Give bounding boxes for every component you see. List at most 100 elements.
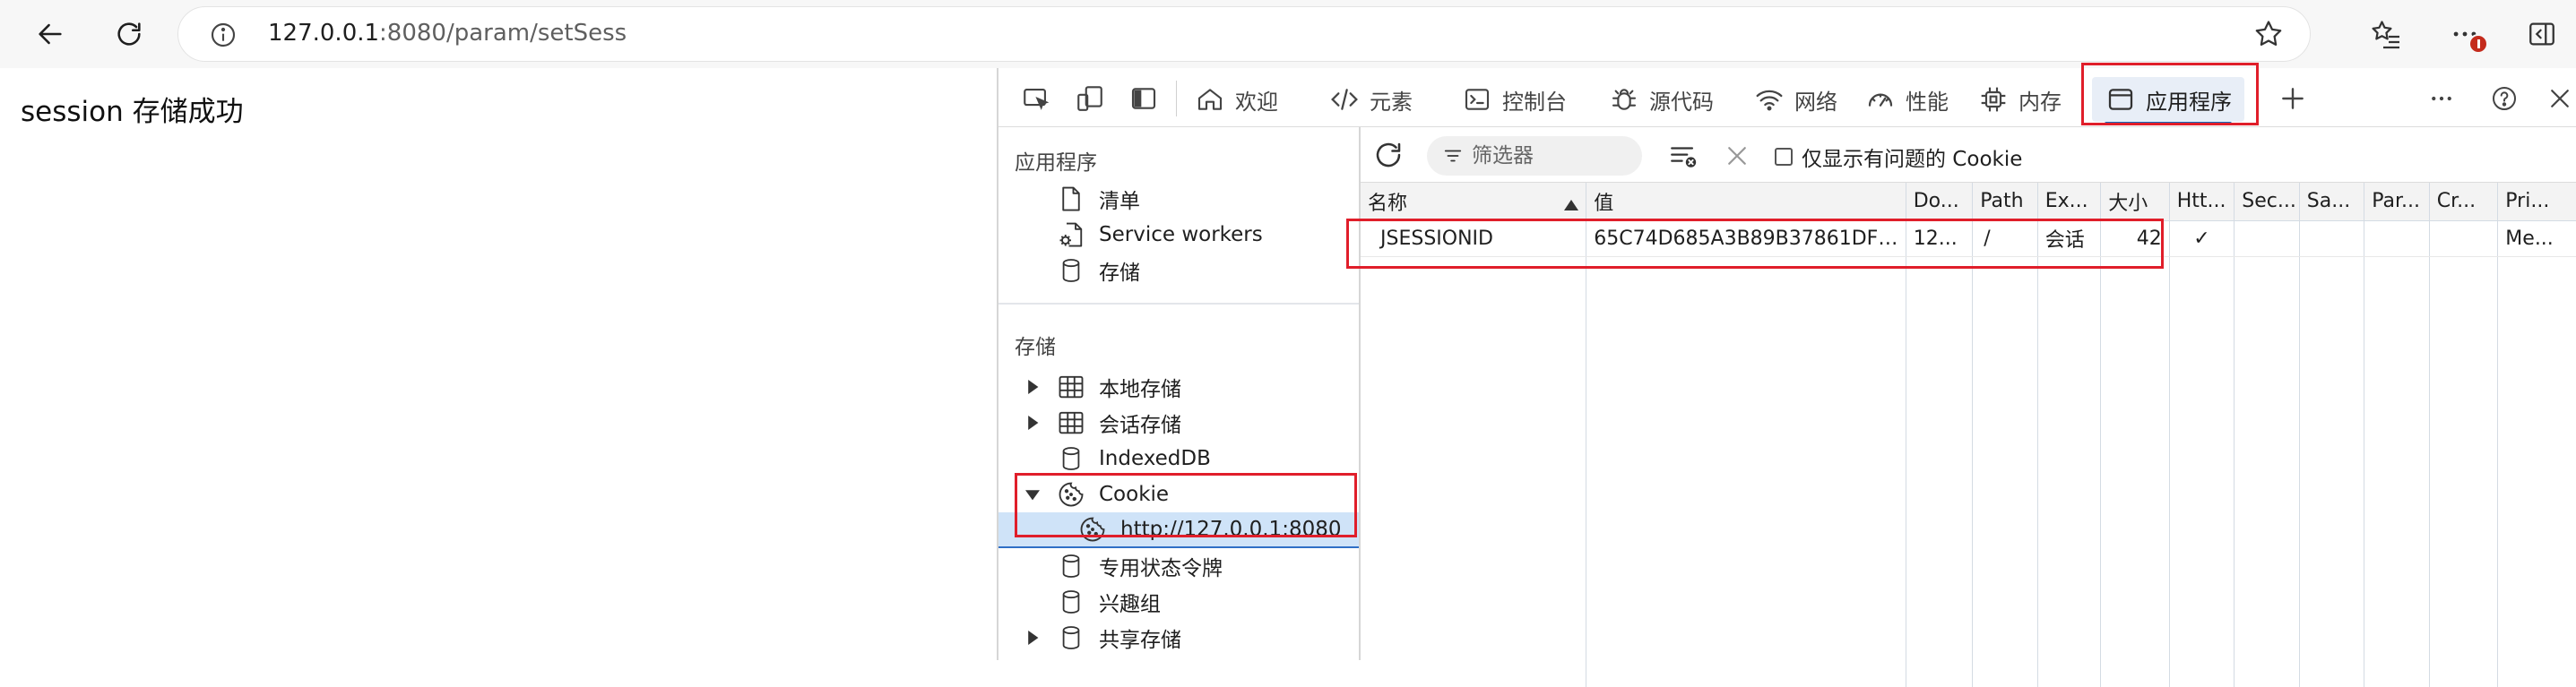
expand-arrow-icon[interactable] [1025,416,1040,430]
more-dots-icon [2432,96,2451,101]
sidebar-item-private-state-tokens[interactable]: 专用状态令牌 [998,548,1359,584]
add-tab-button[interactable] [2275,81,2311,116]
tab-sources[interactable]: 源代码 [1608,77,1714,122]
cookie-filter-field[interactable] [1427,136,1642,176]
devtools-panel: 欢迎 元素 控制台 源代码 网络 性能 内存 应用程序 应用程序 清单 Serv… [997,63,2576,687]
address-bar[interactable]: 127.0.0.1:8080/param/setSess [177,6,2311,62]
column-header-samesite[interactable]: Sa... [2299,183,2365,221]
cell-cross-site[interactable] [2429,220,2499,257]
sidebar-section-application: 应用程序 [1015,151,1097,175]
tab-memory[interactable]: 内存 [1977,77,2062,122]
column-header-cross-site[interactable]: Cr... [2429,183,2499,221]
inspect-element-button[interactable] [1018,81,1054,116]
collapse-arrow-icon[interactable] [1025,487,1040,502]
cell-httponly[interactable]: ✓ [2169,220,2235,257]
expand-arrow-icon[interactable] [1025,631,1040,645]
filter-icon [1441,144,1465,167]
back-arrow-icon [39,23,62,45]
more-menu-button[interactable] [2442,11,2488,57]
column-header-priority[interactable]: Pri... [2497,183,2576,221]
sidebar-item-cookie[interactable]: Cookie [998,477,1359,512]
tab-network[interactable]: 网络 [1753,77,1837,122]
sidebar-item-label: 共享存储 [1099,629,1181,652]
close-devtools-button[interactable] [2542,81,2576,116]
sidebar-item-shared-storage[interactable]: 共享存储 [998,620,1359,656]
sidebar-item-interest-groups[interactable]: 兴趣组 [998,584,1359,620]
home-icon [1194,83,1226,116]
tab-performance[interactable]: 性能 [1864,77,1949,122]
dock-side-button[interactable] [1126,81,1162,116]
column-header-path[interactable]: Path [1972,183,2038,221]
help-button[interactable] [2486,81,2522,116]
tab-application[interactable]: 应用程序 [2092,77,2244,125]
sidebar-item-session-storage[interactable]: 会话存储 [998,405,1359,441]
device-emulation-button[interactable] [1072,81,1108,116]
sidebar-item-indexeddb[interactable]: IndexedDB [998,441,1359,477]
table-header-row: 名称 值 Do... Path Ex... 大小 Htt... Sec... S… [1361,183,2576,221]
tab-memory-label: 内存 [2018,89,2062,115]
issues-only-checkbox[interactable] [1775,148,1793,166]
refresh-cookies-button[interactable] [1370,136,1407,174]
column-header-value[interactable]: 值 [1586,183,1906,221]
clear-all-cookies-button[interactable] [1665,138,1701,174]
close-icon [2551,90,2569,107]
cell-samesite[interactable] [2299,220,2365,257]
column-header-name[interactable]: 名称 [1361,183,1587,221]
site-info-icon[interactable] [209,21,238,49]
cell-priority[interactable]: Me... [2497,220,2576,257]
sort-ascending-icon [1564,199,1579,210]
refresh-button[interactable] [106,11,152,57]
page-message: session 存储成功 [21,96,244,128]
cookie-icon [1056,479,1086,510]
issues-only-toggle[interactable]: 仅显示有问题的 Cookie [1775,142,2022,172]
column-header-domain[interactable]: Do... [1906,183,1974,221]
sidebar-item-cookie-host[interactable]: http://127.0.0.1:8080 [998,512,1359,548]
cell-domain[interactable]: 12... [1906,220,1974,257]
tab-elements-label: 元素 [1370,89,1413,115]
bug-icon [1608,83,1640,116]
tab-elements[interactable]: 元素 [1328,77,1413,122]
table-grid-icon [1056,408,1086,438]
column-header-partition-key[interactable]: Par... [2364,183,2430,221]
favorites-button[interactable] [2363,11,2409,57]
sidebar-item-storage[interactable]: 存储 [998,253,1359,288]
sidebar-section-storage: 存储 [1015,336,1056,359]
back-button[interactable] [27,11,73,57]
cell-size[interactable]: 42 [2100,220,2170,257]
sidebar-item-service-workers[interactable]: Service workers [998,217,1359,253]
tab-console[interactable]: 控制台 [1461,77,1567,122]
favorite-star-button[interactable] [2252,18,2285,50]
sidebar-icon [2529,22,2554,46]
devtools-more-button[interactable] [2424,81,2459,116]
database-icon [1056,255,1086,286]
cookie-toolbar: 仅显示有问题的 Cookie [1361,127,2576,183]
expand-arrow-icon[interactable] [1025,380,1040,394]
cell-secure[interactable] [2234,220,2300,257]
cell-partition-key[interactable] [2364,220,2430,257]
cookie-panel: 仅显示有问题的 Cookie 名称 值 Do... Path Ex... 大小 … [1346,127,2576,687]
column-header-httponly[interactable]: Htt... [2169,183,2235,221]
cell-expires[interactable]: 会话 [2037,220,2102,257]
tab-performance-label: 性能 [1906,89,1949,115]
url-text[interactable]: 127.0.0.1:8080/param/setSess [268,20,627,47]
sidebar-toggle-button[interactable] [2519,11,2565,57]
column-header-expires[interactable]: Ex... [2037,183,2102,221]
filter-input[interactable] [1472,144,1633,167]
refresh-icon [117,22,141,46]
sidebar-item-manifest[interactable]: 清单 [998,181,1359,217]
delete-selected-cookie-button[interactable] [1719,138,1755,174]
table-row[interactable]: JSESSIONID 65C74D685A3B89B37861DFD... 12… [1361,220,2576,257]
sidebar-item-local-storage[interactable]: 本地存储 [998,369,1359,405]
sidebar-item-label: 会话存储 [1099,414,1181,437]
tab-welcome[interactable]: 欢迎 [1194,77,1278,122]
sidebar-item-label: http://127.0.0.1:8080 [1120,518,1342,541]
sidebar-item-label: Cookie [1099,483,1170,506]
cell-path[interactable]: / [1972,220,2038,257]
cell-name[interactable]: JSESSIONID [1361,220,1587,257]
dock-icon [1131,88,1156,109]
column-header-size[interactable]: 大小 [2100,183,2170,221]
cell-value[interactable]: 65C74D685A3B89B37861DFD... [1586,220,1906,257]
column-header-secure[interactable]: Sec... [2234,183,2300,221]
sidebar-item-label: Service workers [1099,223,1263,246]
tab-welcome-label: 欢迎 [1235,89,1278,115]
